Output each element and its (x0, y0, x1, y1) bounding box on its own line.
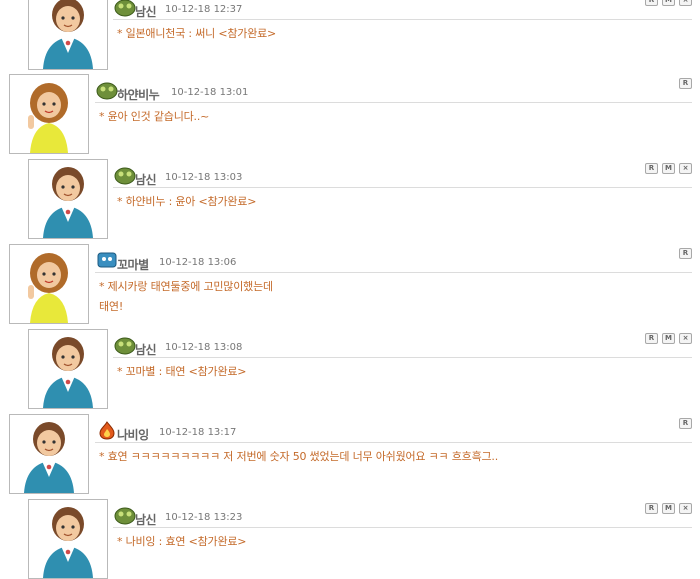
comment-text: * 나비잉 : 효연 <참가완료> (117, 535, 247, 548)
male-avatar-icon (43, 0, 93, 69)
nickname[interactable]: 남신 (135, 511, 157, 528)
comment-text: * 꼬마별 : 태연 <참가완료> (117, 365, 247, 378)
comment-text: * 제시카랑 태연둘중에 고민많이했는데 (99, 280, 273, 293)
modify-button[interactable]: M (662, 0, 675, 6)
level-icon (96, 82, 118, 100)
comment-text-line2: 태연! (99, 300, 124, 313)
nickname[interactable]: 남신 (135, 341, 157, 358)
delete-button[interactable]: × (679, 503, 692, 514)
reply-button[interactable]: R (645, 0, 658, 6)
male-avatar-icon (43, 337, 93, 408)
male-avatar-icon (43, 507, 93, 578)
comment-text: * 하얀비누 : 윤아 <참가완료> (117, 195, 257, 208)
modify-button[interactable]: M (662, 333, 675, 344)
reply-button[interactable]: R (645, 503, 658, 514)
comment-date: 10-12-18 13:01 (171, 87, 249, 98)
delete-button[interactable]: × (679, 0, 692, 6)
comment-date: 10-12-18 13:03 (165, 172, 243, 183)
avatar[interactable] (9, 244, 89, 324)
avatar[interactable] (9, 74, 89, 154)
avatar[interactable] (9, 414, 89, 494)
avatar[interactable] (28, 329, 108, 409)
comment-text: * 효연 ㅋㅋㅋㅋㅋㅋㅋㅋㅋ 저 저번에 숫자 50 썼었는데 너무 아쉬웠어요… (99, 450, 499, 463)
modify-button[interactable]: M (662, 163, 675, 174)
level-icon (97, 252, 117, 268)
level-icon (114, 507, 136, 525)
reply-button[interactable]: R (645, 163, 658, 174)
nickname[interactable]: 남신 (135, 3, 157, 20)
female-avatar-icon (28, 253, 68, 323)
modify-button[interactable]: M (662, 503, 675, 514)
level-icon (114, 167, 136, 185)
nickname[interactable]: 나비잉 (117, 426, 149, 443)
delete-button[interactable]: × (679, 333, 692, 344)
female-avatar-icon (28, 83, 68, 153)
male-avatar-icon (43, 167, 93, 238)
reply-button[interactable]: R (679, 78, 692, 89)
nickname[interactable]: 하얀비누 (117, 86, 160, 103)
comment-date: 10-12-18 12:37 (165, 4, 243, 15)
comment-date: 10-12-18 13:06 (159, 257, 237, 268)
comment-text: * 윤아 인것 같습니다..~ (99, 110, 210, 123)
delete-button[interactable]: × (679, 163, 692, 174)
flame-level-icon (99, 421, 115, 440)
nickname[interactable]: 남신 (135, 171, 157, 188)
nickname[interactable]: 꼬마별 (117, 256, 149, 273)
male-avatar-icon (24, 422, 74, 493)
comment-date: 10-12-18 13:23 (165, 512, 243, 523)
avatar[interactable] (28, 159, 108, 239)
level-icon (114, 337, 136, 355)
comment-date: 10-12-18 13:08 (165, 342, 243, 353)
reply-button[interactable]: R (679, 418, 692, 429)
comment-text: * 일본애니천국 : 써니 <참가완료> (117, 27, 277, 40)
reply-button[interactable]: R (645, 333, 658, 344)
avatar[interactable] (28, 0, 108, 70)
reply-button[interactable]: R (679, 248, 692, 259)
comment-date: 10-12-18 13:17 (159, 427, 237, 438)
avatar[interactable] (28, 499, 108, 579)
level-icon (114, 0, 136, 17)
